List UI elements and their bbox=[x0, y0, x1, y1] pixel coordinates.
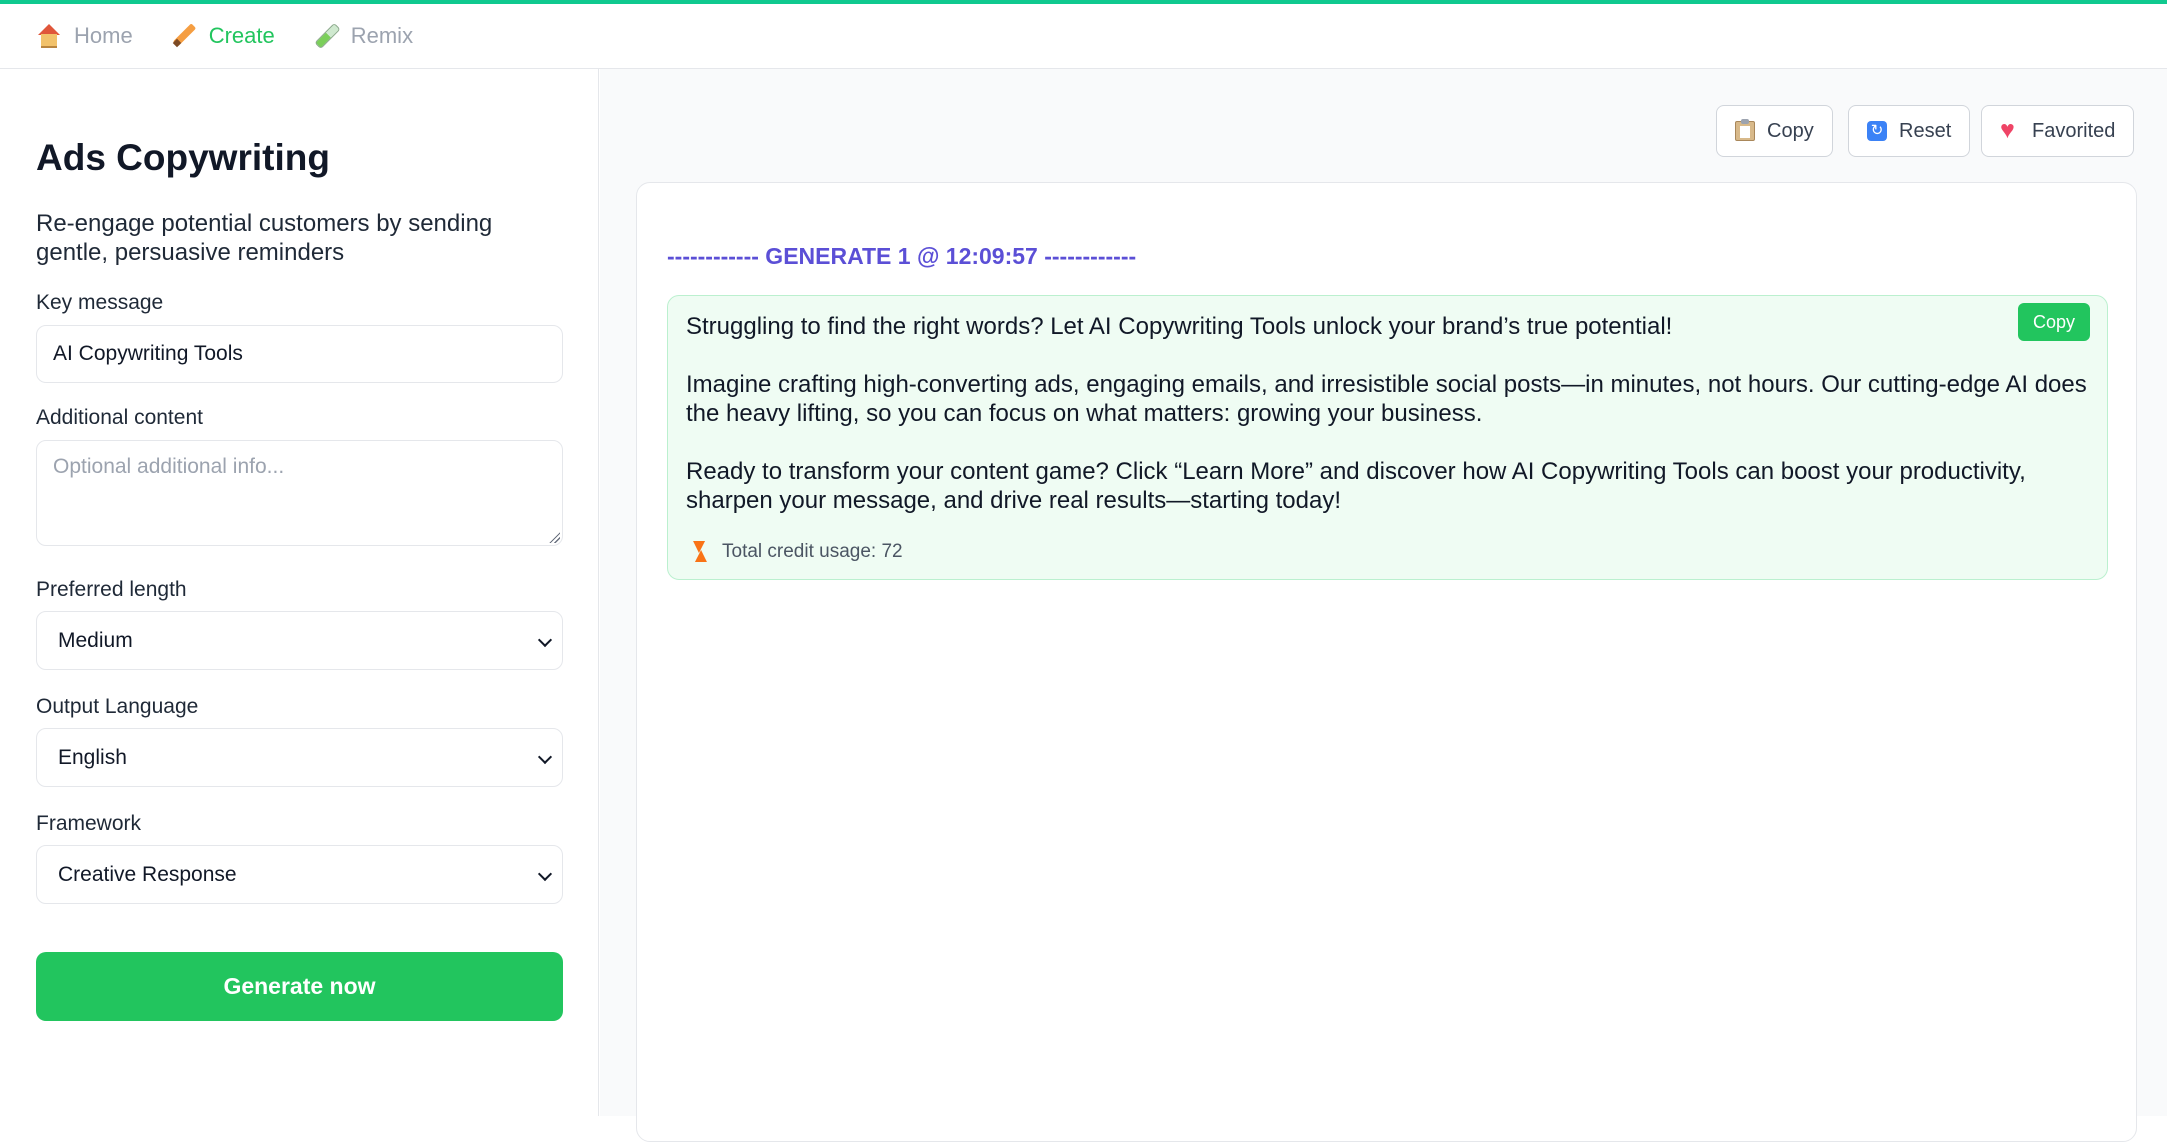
page-title: Ads Copywriting bbox=[36, 137, 330, 178]
result-paragraph: Ready to transform your content game? Cl… bbox=[686, 458, 2026, 514]
additional-content-textarea[interactable] bbox=[36, 440, 563, 546]
copy-result-button[interactable]: Copy bbox=[2017, 303, 2090, 341]
resize-handle[interactable] bbox=[548, 531, 560, 543]
output-panel: Copy ↻ Reset Favorited ------------ GENE… bbox=[600, 69, 2167, 1142]
key-message-input[interactable] bbox=[36, 325, 563, 383]
copy-all-label: Copy bbox=[1767, 119, 1814, 142]
chevron-down-icon bbox=[537, 866, 553, 882]
page-subtitle: Re-engage potential customers by sending… bbox=[36, 210, 493, 266]
preferred-length-value: Medium bbox=[58, 628, 133, 652]
house-icon bbox=[36, 23, 62, 49]
heart-icon bbox=[2000, 116, 2020, 145]
framework-select[interactable]: Creative Response bbox=[36, 845, 563, 904]
reset-button[interactable]: ↻ Reset bbox=[1848, 105, 1971, 157]
framework-label: Framework bbox=[36, 812, 142, 835]
generation-header: ------------ GENERATE 1 @ 12:09:57 -----… bbox=[667, 243, 1137, 269]
additional-content-label: Additional content bbox=[36, 406, 203, 429]
output-language-select[interactable]: English bbox=[36, 728, 563, 787]
key-message-label: Key message bbox=[36, 291, 164, 314]
clipboard-icon bbox=[1735, 119, 1755, 141]
result-box: Copy Struggling to find the right words?… bbox=[667, 295, 2108, 580]
nav-remix[interactable]: Remix bbox=[313, 23, 413, 49]
form-panel: Ads Copywriting Re-engage potential cust… bbox=[0, 69, 599, 1116]
preferred-length-select[interactable]: Medium bbox=[36, 611, 563, 670]
output-language-label: Output Language bbox=[36, 695, 199, 718]
credit-usage-text: Total credit usage: 72 bbox=[722, 541, 903, 562]
result-paragraph: Imagine crafting high-converting ads, en… bbox=[686, 371, 2087, 427]
framework-value: Creative Response bbox=[58, 862, 237, 886]
chevron-down-icon bbox=[537, 749, 553, 765]
output-card: ------------ GENERATE 1 @ 12:09:57 -----… bbox=[636, 182, 2137, 1142]
nav-create[interactable]: Create bbox=[171, 23, 275, 49]
preferred-length-label: Preferred length bbox=[36, 578, 187, 601]
nav-home-label: Home bbox=[74, 23, 133, 48]
result-paragraph: Struggling to find the right words? Let … bbox=[686, 313, 1673, 340]
top-nav: Home Create Remix bbox=[0, 0, 2167, 69]
chevron-down-icon bbox=[537, 632, 553, 648]
nav-remix-label: Remix bbox=[350, 23, 414, 48]
generate-now-button[interactable]: Generate now bbox=[36, 952, 563, 1021]
copy-all-button[interactable]: Copy bbox=[1716, 105, 1833, 157]
favorited-button[interactable]: Favorited bbox=[1981, 105, 2135, 157]
nav-home[interactable]: Home bbox=[36, 23, 133, 49]
reset-label: Reset bbox=[1899, 119, 1952, 142]
output-language-value: English bbox=[58, 745, 127, 769]
test-tube-icon bbox=[313, 23, 339, 49]
refresh-icon: ↻ bbox=[1867, 121, 1887, 141]
credit-usage: Total credit usage: 72 bbox=[690, 541, 903, 563]
favorited-label: Favorited bbox=[2032, 119, 2116, 142]
lightning-icon bbox=[690, 541, 708, 563]
pencil-icon bbox=[171, 23, 197, 49]
nav-create-label: Create bbox=[208, 23, 275, 48]
